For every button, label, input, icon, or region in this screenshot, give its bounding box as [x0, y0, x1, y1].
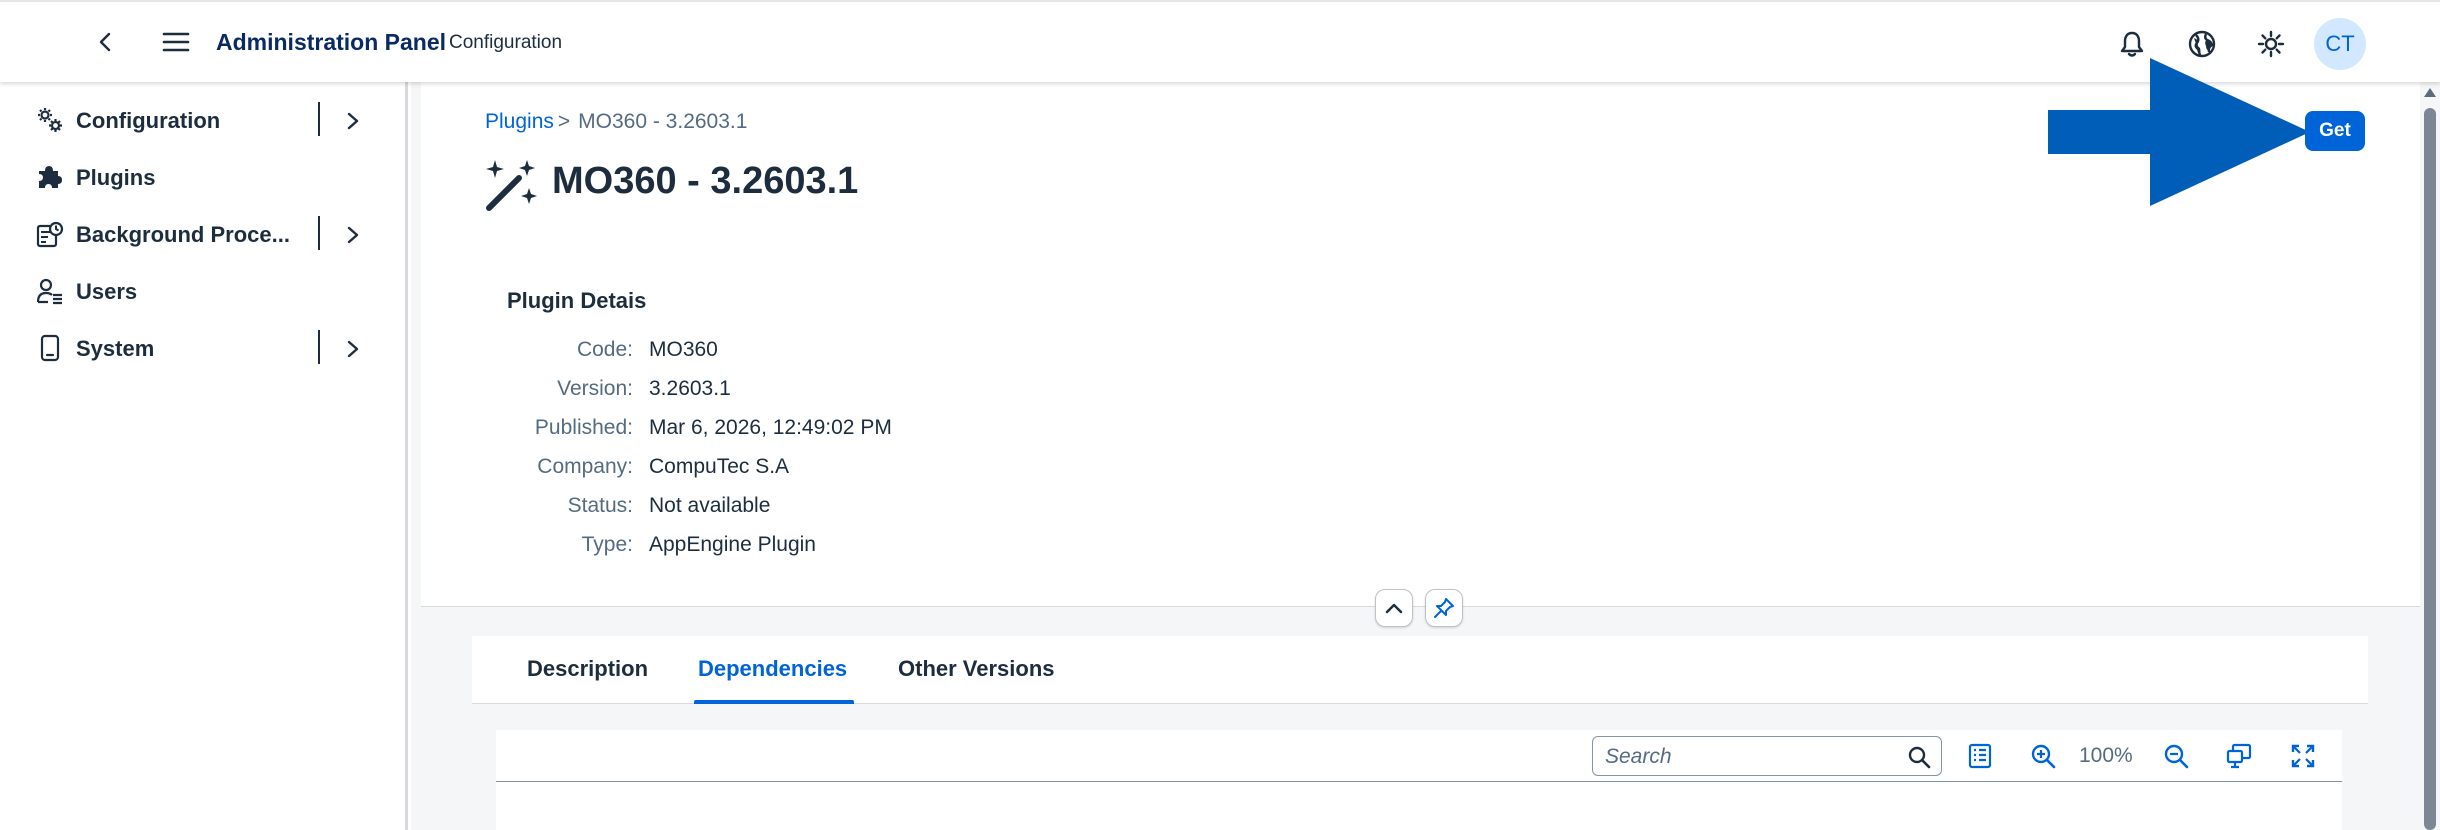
detail-value: Mar 6, 2026, 12:49:02 PM: [649, 416, 892, 439]
process-icon: [36, 220, 64, 248]
sidebar-item-configuration[interactable]: Configuration: [0, 94, 400, 146]
zoom-in-button[interactable]: [2027, 740, 2059, 772]
annotation-arrow-icon: [2048, 58, 2310, 206]
breadcrumb-separator: >: [557, 110, 571, 133]
table-toolbar: 100%: [496, 730, 2342, 782]
app-title[interactable]: Administration Panel: [216, 29, 446, 56]
tab-dependencies[interactable]: Dependencies: [698, 656, 847, 682]
puzzle-icon: [36, 163, 64, 191]
breadcrumb: Plugins > MO360 - 3.2603.1: [485, 110, 747, 134]
spreadsheet-icon: [1968, 743, 1992, 769]
detail-label: Version:: [557, 377, 633, 400]
sidebar-item-label: System: [76, 336, 155, 361]
detail-label: Type:: [581, 533, 633, 556]
search-field[interactable]: [1592, 736, 1942, 776]
detail-published: Published: Mar 6, 2026, 12:49:02 PM: [421, 416, 1221, 452]
detail-code: Code: MO360: [421, 338, 1221, 374]
scroll-up-icon[interactable]: [2424, 88, 2436, 97]
zoom-out-icon: [2164, 744, 2189, 769]
zoom-in-icon: [2031, 744, 2056, 769]
back-button[interactable]: [88, 24, 124, 60]
monitor-icon: [2226, 743, 2252, 769]
dependencies-table: [496, 782, 2342, 830]
sidebar-item-system[interactable]: System: [0, 322, 400, 374]
detail-status: Status: Not available: [421, 494, 1221, 530]
chevron-right-icon: [347, 340, 359, 358]
tab-other-versions[interactable]: Other Versions: [898, 656, 1055, 682]
detail-value: CompuTec S.A: [649, 455, 790, 478]
detail-type: Type: AppEngine Plugin: [421, 533, 1221, 569]
detail-value: 3.2603.1: [649, 377, 731, 400]
scroll-thumb[interactable]: [2424, 108, 2436, 830]
pin-icon: [1434, 598, 1454, 618]
breadcrumb-link-plugins[interactable]: Plugins: [485, 110, 554, 133]
device-icon: [36, 334, 64, 362]
back-icon: [99, 32, 111, 52]
sun-icon: [2257, 30, 2285, 58]
detail-value: AppEngine Plugin: [649, 533, 816, 556]
menu-button[interactable]: [158, 24, 194, 60]
side-navigation: Configuration Plugins Background Proce..…: [0, 82, 408, 830]
expand-button[interactable]: [338, 106, 368, 136]
expand-button[interactable]: [338, 334, 368, 364]
divider: [318, 216, 320, 250]
zoom-level: 100%: [2079, 744, 2133, 767]
bell-icon: [2120, 31, 2144, 57]
detail-label: Status:: [567, 494, 633, 517]
detail-label: Company:: [537, 455, 633, 478]
divider: [318, 330, 320, 364]
sidebar-item-label: Plugins: [76, 165, 156, 190]
user-list-icon: [36, 277, 64, 305]
sidebar-item-users[interactable]: Users: [0, 265, 400, 317]
detail-value: MO360: [649, 338, 718, 361]
chevron-right-icon: [347, 226, 359, 244]
search-icon[interactable]: [1907, 745, 1931, 769]
sidebar-item-label: Background Proce...: [76, 222, 290, 247]
fullscreen-icon: [2291, 744, 2315, 768]
user-avatar[interactable]: CT: [2314, 18, 2366, 70]
tab-bar: Description Dependencies Other Versions: [472, 636, 2368, 704]
breadcrumb-current: MO360 - 3.2603.1: [578, 110, 748, 133]
expand-button[interactable]: [338, 220, 368, 250]
fullscreen-button[interactable]: [2287, 740, 2319, 772]
detail-value: Not available: [649, 494, 771, 517]
pin-header-button[interactable]: [1425, 589, 1463, 627]
detail-label: Code:: [576, 338, 633, 361]
table-settings-button[interactable]: [1964, 740, 1996, 772]
app-subtitle: Configuration: [449, 32, 563, 53]
sidebar-item-plugins[interactable]: Plugins: [0, 151, 400, 203]
active-tab-indicator: [694, 700, 854, 704]
chevron-up-icon: [1385, 603, 1403, 614]
divider: [318, 102, 320, 136]
vertical-scrollbar[interactable]: [2420, 82, 2440, 830]
search-input[interactable]: [1605, 743, 1895, 771]
globe-icon: [2188, 30, 2216, 58]
sidebar-item-label: Configuration: [76, 108, 221, 133]
gears-icon: [36, 106, 64, 134]
tab-description[interactable]: Description: [527, 656, 648, 682]
collapse-header-button[interactable]: [1375, 589, 1413, 627]
display-settings-button[interactable]: [2223, 740, 2255, 772]
page-title: MO360 - 3.2603.1: [552, 160, 859, 202]
magic-wand-icon: [486, 160, 537, 211]
chevron-right-icon: [347, 112, 359, 130]
get-button[interactable]: Get: [2305, 111, 2365, 151]
menu-icon: [162, 32, 190, 52]
detail-company: Company: CompuTec S.A: [421, 455, 1221, 491]
sidebar-item-label: Users: [76, 279, 138, 304]
sidebar-item-background-processes[interactable]: Background Proce...: [0, 208, 400, 260]
detail-label: Published:: [534, 416, 633, 439]
detail-version: Version: 3.2603.1: [421, 377, 1221, 413]
zoom-out-button[interactable]: [2160, 740, 2192, 772]
plugin-details-title: Plugin Detais: [507, 288, 647, 313]
